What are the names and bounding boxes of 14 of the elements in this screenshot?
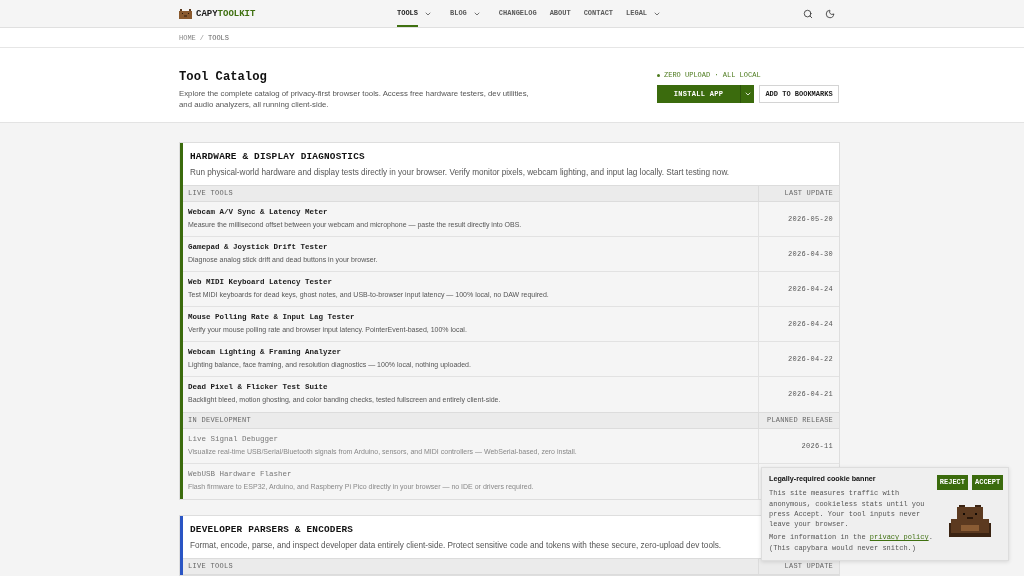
section-title: DEVELOPER PARSERS & ENCODERS <box>190 524 354 536</box>
section-description: Format, encode, parse, and inspect developer data entirely client-side. Protect sensitive code and tokens with these secure, zero-upload dev tools. <box>190 540 722 551</box>
page-title: Tool Catalog <box>179 69 267 85</box>
search-icon <box>803 8 813 19</box>
section-description: Run physical-world hardware and display tests directly in your browser. Verify monitor pixels, webcam lighting, and input lag locally. Start testing now. <box>190 167 730 178</box>
search-button[interactable] <box>803 8 813 19</box>
theme-toggle-button[interactable] <box>825 8 835 19</box>
capybara-icon <box>947 505 993 538</box>
section-title: HARDWARE & DISPLAY DIAGNOSTICS <box>190 151 365 163</box>
status-dot-icon <box>657 73 660 77</box>
chevron-down-icon <box>743 90 752 98</box>
moon-icon <box>825 8 835 19</box>
capybara-icon <box>179 8 192 19</box>
site-logo[interactable]: CAPYTOOLKIT <box>179 7 256 20</box>
